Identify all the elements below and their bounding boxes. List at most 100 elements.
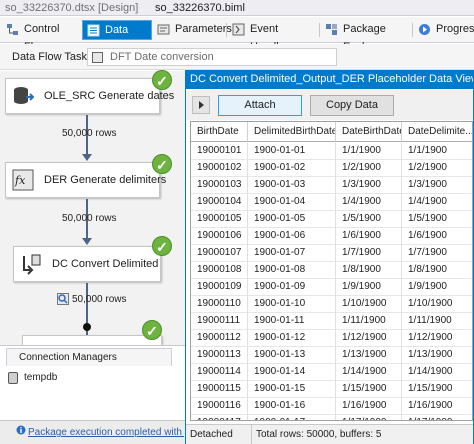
table-cell[interactable]: 1900-01-14 bbox=[248, 364, 336, 381]
attach-button[interactable]: Attach bbox=[218, 95, 302, 116]
table-cell[interactable]: 1900-01-02 bbox=[248, 160, 336, 177]
table-cell[interactable]: 1/17/1900 bbox=[336, 415, 402, 420]
table-cell[interactable]: 19000104 bbox=[191, 194, 248, 211]
table-cell[interactable]: 1900-01-17 bbox=[248, 415, 336, 420]
table-cell[interactable]: 1/11/1900 bbox=[402, 313, 472, 330]
table-cell[interactable]: 1/17/1900 bbox=[402, 415, 472, 420]
table-cell[interactable]: 1900-01-10 bbox=[248, 296, 336, 313]
table-cell[interactable]: 19000105 bbox=[191, 211, 248, 228]
table-cell[interactable]: 1/7/1900 bbox=[336, 245, 402, 262]
execution-status-link[interactable]: Package execution completed with success bbox=[16, 425, 184, 438]
table-cell[interactable]: 1/8/1900 bbox=[336, 262, 402, 279]
table-cell[interactable]: 1/2/1900 bbox=[402, 160, 472, 177]
table-cell[interactable]: 19000106 bbox=[191, 228, 248, 245]
table-cell[interactable]: 1900-01-13 bbox=[248, 347, 336, 364]
tab-package-explorer[interactable]: Package Explorer bbox=[321, 20, 411, 53]
table-cell[interactable]: 1/5/1900 bbox=[336, 211, 402, 228]
table-cell[interactable]: 1900-01-07 bbox=[248, 245, 336, 262]
table-cell[interactable]: 19000117 bbox=[191, 415, 248, 420]
continue-play-button[interactable] bbox=[192, 96, 210, 114]
table-cell[interactable]: 1/14/1900 bbox=[402, 364, 472, 381]
table-cell[interactable]: 1/12/1900 bbox=[336, 330, 402, 347]
tab-separator bbox=[226, 23, 227, 37]
table-cell[interactable]: 1/3/1900 bbox=[336, 177, 402, 194]
tab-parameters[interactable]: Parameters bbox=[153, 20, 232, 40]
table-cell[interactable]: 19000113 bbox=[191, 347, 248, 364]
table-cell[interactable]: 1/15/1900 bbox=[402, 381, 472, 398]
table-cell[interactable]: 1/12/1900 bbox=[402, 330, 472, 347]
table-cell[interactable]: 1/10/1900 bbox=[402, 296, 472, 313]
table-cell[interactable]: 1900-01-05 bbox=[248, 211, 336, 228]
table-cell[interactable]: 1900-01-16 bbox=[248, 398, 336, 415]
component-ole-src[interactable]: OLE_SRC Generate dates bbox=[5, 78, 174, 114]
table-cell[interactable]: 19000111 bbox=[191, 313, 248, 330]
data-viewer-title[interactable]: DC Convert Delimited_Output_DER Placehol… bbox=[186, 71, 473, 89]
table-cell[interactable]: 1/16/1900 bbox=[336, 398, 402, 415]
table-cell[interactable]: 1/13/1900 bbox=[336, 347, 402, 364]
table-cell[interactable]: 1/15/1900 bbox=[336, 381, 402, 398]
table-cell[interactable]: 1/1/1900 bbox=[402, 143, 472, 160]
table-cell[interactable]: 1/6/1900 bbox=[336, 228, 402, 245]
table-cell[interactable]: 1/11/1900 bbox=[336, 313, 402, 330]
table-cell[interactable]: 19000116 bbox=[191, 398, 248, 415]
table-cell[interactable]: 19000103 bbox=[191, 177, 248, 194]
connection-managers-tab[interactable]: Connection Managers bbox=[6, 348, 172, 366]
table-cell[interactable]: 19000112 bbox=[191, 330, 248, 347]
column-header[interactable]: DateBirthDate bbox=[336, 122, 402, 142]
table-cell[interactable]: 1/13/1900 bbox=[402, 347, 472, 364]
component-dc[interactable]: DC Convert Delimited bbox=[13, 246, 161, 282]
data-grid[interactable]: BirthDate DelimitedBirthDate DateBirthDate… bbox=[190, 121, 473, 421]
task-icon bbox=[92, 52, 103, 63]
parameters-icon bbox=[157, 24, 170, 35]
table-cell[interactable]: 1/14/1900 bbox=[336, 364, 402, 381]
control-flow-icon bbox=[7, 24, 18, 35]
table-cell[interactable]: 1/9/1900 bbox=[336, 279, 402, 296]
database-source-icon bbox=[14, 87, 34, 104]
table-cell[interactable]: 1/10/1900 bbox=[336, 296, 402, 313]
table-cell[interactable]: 1/7/1900 bbox=[402, 245, 472, 262]
table-cell[interactable]: 1/9/1900 bbox=[402, 279, 472, 296]
tab-progress[interactable]: Progress bbox=[414, 20, 474, 40]
table-cell[interactable]: 19000107 bbox=[191, 245, 248, 262]
table-cell[interactable]: 19000108 bbox=[191, 262, 248, 279]
data-viewer-icon[interactable] bbox=[57, 293, 69, 305]
data-flow-canvas[interactable]: OLE_SRC Generate dates ✓ 50,000 rows fx … bbox=[0, 70, 185, 355]
table-cell[interactable]: 1/16/1900 bbox=[402, 398, 472, 415]
tab-event-handlers[interactable]: Event Handlers bbox=[228, 20, 318, 53]
table-cell[interactable]: 1900-01-11 bbox=[248, 313, 336, 330]
table-cell[interactable]: 1/1/1900 bbox=[336, 143, 402, 160]
table-cell[interactable]: 19000101 bbox=[191, 143, 248, 160]
column-header[interactable]: DateDelimite... bbox=[402, 122, 472, 142]
table-cell[interactable]: 19000102 bbox=[191, 160, 248, 177]
tab-data-flow[interactable]: Data Flow bbox=[82, 20, 152, 54]
document-tab-design[interactable]: so_33226370.dtsx [Design] bbox=[0, 1, 143, 16]
table-cell[interactable]: 1/4/1900 bbox=[336, 194, 402, 211]
table-cell[interactable]: 1900-01-12 bbox=[248, 330, 336, 347]
table-cell[interactable]: 1900-01-01 bbox=[248, 143, 336, 160]
table-cell[interactable]: 1/3/1900 bbox=[402, 177, 472, 194]
component-der[interactable]: fx DER Generate delimiters bbox=[5, 162, 166, 198]
table-cell[interactable]: 1900-01-09 bbox=[248, 279, 336, 296]
designer-tab-strip: Control Flow Data Flow Parameters Event … bbox=[0, 17, 474, 54]
table-cell[interactable]: 1900-01-15 bbox=[248, 381, 336, 398]
table-cell[interactable]: 1/5/1900 bbox=[402, 211, 472, 228]
tab-control-flow[interactable]: Control Flow bbox=[2, 20, 81, 53]
connection-manager-item[interactable]: tempdb bbox=[8, 372, 57, 384]
table-cell[interactable]: 19000110 bbox=[191, 296, 248, 313]
document-tab-biml[interactable]: so_33226370.biml bbox=[150, 1, 250, 16]
copy-data-button[interactable]: Copy Data bbox=[310, 95, 394, 116]
table-cell[interactable]: 1/8/1900 bbox=[402, 262, 472, 279]
table-cell[interactable]: 1900-01-04 bbox=[248, 194, 336, 211]
table-cell[interactable]: 1/2/1900 bbox=[336, 160, 402, 177]
table-cell[interactable]: 19000109 bbox=[191, 279, 248, 296]
table-cell[interactable]: 1900-01-06 bbox=[248, 228, 336, 245]
data-flow-task-select[interactable]: DFT Date conversion bbox=[87, 48, 337, 66]
column-header[interactable]: DelimitedBirthDate bbox=[248, 122, 336, 142]
table-cell[interactable]: 19000114 bbox=[191, 364, 248, 381]
column-header[interactable]: BirthDate bbox=[191, 122, 248, 142]
table-cell[interactable]: 1/4/1900 bbox=[402, 194, 472, 211]
table-cell[interactable]: 19000115 bbox=[191, 381, 248, 398]
table-cell[interactable]: 1900-01-03 bbox=[248, 177, 336, 194]
table-cell[interactable]: 1/6/1900 bbox=[402, 228, 472, 245]
table-cell[interactable]: 1900-01-08 bbox=[248, 262, 336, 279]
